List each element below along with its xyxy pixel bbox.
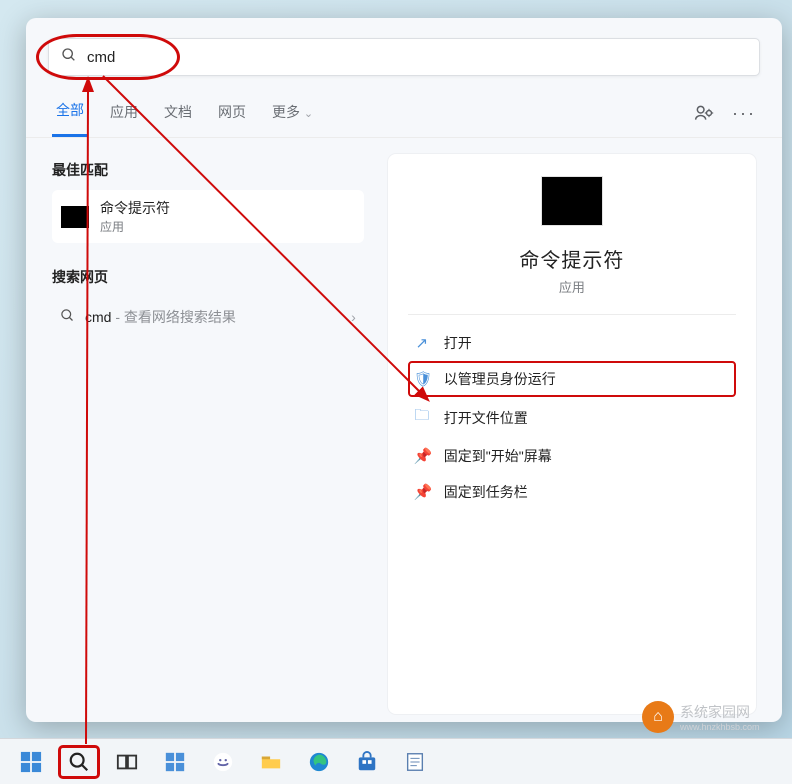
- preview-column: 命令提示符 应用 ↗ 打开 🛡 以管理员身份运行 🗀 打开文件位置: [374, 138, 782, 714]
- action-label: 打开: [444, 333, 472, 353]
- pin-icon: 📌: [414, 483, 430, 501]
- chat-button[interactable]: [202, 745, 244, 779]
- watermark: ⌂ 系统家园网 www.hnzkhbsb.com: [642, 698, 792, 736]
- web-query: cmd: [85, 309, 111, 325]
- search-input[interactable]: [87, 49, 747, 66]
- action-run-as-admin[interactable]: 🛡 以管理员身份运行: [408, 361, 736, 397]
- best-match-subtitle: 应用: [100, 218, 170, 235]
- task-view-button[interactable]: [106, 745, 148, 779]
- more-options-icon[interactable]: ···: [732, 103, 756, 128]
- chevron-down-icon: ⌄: [304, 108, 313, 120]
- taskbar-search-button[interactable]: [58, 745, 100, 779]
- web-search-item[interactable]: cmd - 查看网络搜索结果 ›: [52, 297, 364, 337]
- action-label: 固定到"开始"屏幕: [444, 446, 552, 466]
- best-match-title: 命令提示符: [100, 198, 170, 218]
- best-match-heading: 最佳匹配: [52, 160, 364, 180]
- search-bar-container: [26, 18, 782, 76]
- preview-title: 命令提示符: [519, 244, 624, 273]
- results-column: 最佳匹配 命令提示符 应用 搜索网页 cmd - 查看网络搜索结果 ›: [26, 138, 374, 714]
- search-bar[interactable]: [48, 38, 760, 76]
- store-button[interactable]: [346, 745, 388, 779]
- file-explorer-button[interactable]: [250, 745, 292, 779]
- notepad-button[interactable]: [394, 745, 436, 779]
- web-desc: - 查看网络搜索结果: [111, 309, 235, 325]
- action-label: 以管理员身份运行: [444, 369, 556, 389]
- search-web-heading: 搜索网页: [52, 267, 364, 287]
- cmd-icon: [60, 205, 90, 229]
- search-tabs: 全部 应用 文档 网页 更多 ⌄ ···: [26, 76, 782, 138]
- tab-apps[interactable]: 应用: [106, 96, 142, 136]
- home-icon: ⌂: [642, 701, 674, 733]
- watermark-brand: 系统家园网: [680, 702, 760, 722]
- tab-web[interactable]: 网页: [214, 96, 250, 136]
- preview-subtitle: 应用: [559, 277, 585, 296]
- folder-icon: 🗀: [414, 405, 430, 430]
- search-icon: [60, 308, 75, 326]
- widgets-button[interactable]: [154, 745, 196, 779]
- open-icon: ↗: [414, 334, 430, 352]
- cmd-icon: [541, 176, 603, 226]
- chevron-right-icon: ›: [351, 309, 356, 325]
- watermark-url: www.hnzkhbsb.com: [680, 722, 760, 732]
- pin-icon: 📌: [414, 447, 430, 465]
- tab-docs[interactable]: 文档: [160, 96, 196, 136]
- edge-button[interactable]: [298, 745, 340, 779]
- start-button[interactable]: [10, 745, 52, 779]
- action-pin-taskbar[interactable]: 📌 固定到任务栏: [408, 474, 736, 510]
- preview-actions: ↗ 打开 🛡 以管理员身份运行 🗀 打开文件位置 📌 固定到"开始"屏幕: [408, 315, 736, 510]
- action-open-location[interactable]: 🗀 打开文件位置: [408, 397, 736, 438]
- search-body: 最佳匹配 命令提示符 应用 搜索网页 cmd - 查看网络搜索结果 ›: [26, 138, 782, 714]
- search-icon: [61, 47, 77, 68]
- action-open[interactable]: ↗ 打开: [408, 325, 736, 361]
- tab-all[interactable]: 全部: [52, 94, 88, 137]
- account-settings-icon[interactable]: [694, 103, 714, 128]
- preview-header: 命令提示符 应用: [408, 176, 736, 315]
- tab-more[interactable]: 更多 ⌄: [268, 96, 317, 136]
- taskbar: [0, 738, 792, 784]
- action-label: 固定到任务栏: [444, 482, 528, 502]
- best-match-item[interactable]: 命令提示符 应用: [52, 190, 364, 243]
- action-pin-start[interactable]: 📌 固定到"开始"屏幕: [408, 438, 736, 474]
- windows-search-panel: 全部 应用 文档 网页 更多 ⌄ ··· 最佳匹配 命令提示符 应用 搜索网页: [26, 18, 782, 722]
- shield-icon: 🛡: [414, 370, 430, 388]
- action-label: 打开文件位置: [444, 408, 528, 428]
- tab-more-label: 更多: [272, 104, 300, 120]
